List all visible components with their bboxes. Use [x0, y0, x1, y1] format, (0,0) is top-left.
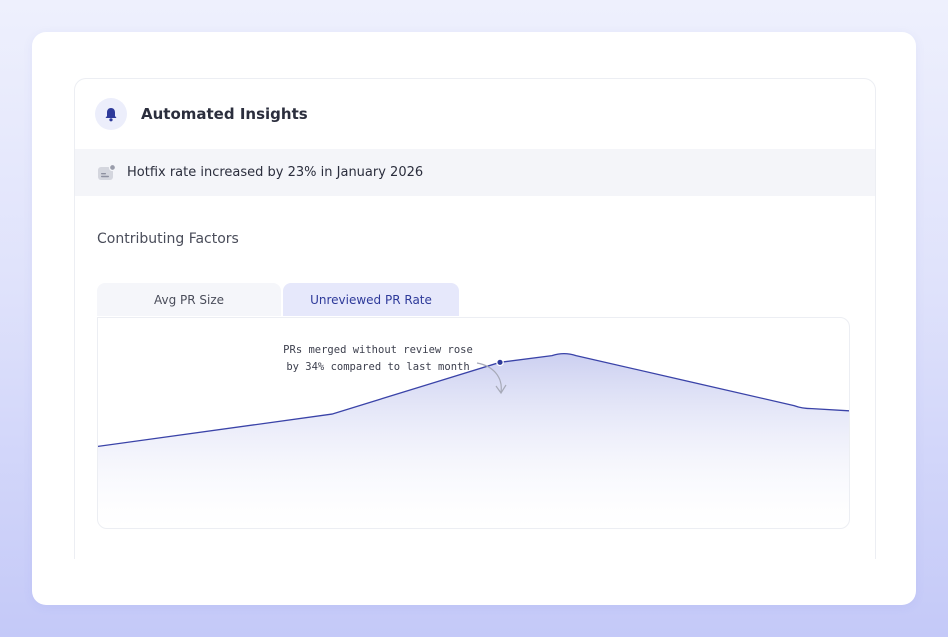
chart-annotation: PRs merged without review rose by 34% co…: [268, 342, 488, 376]
insight-row[interactable]: Hotfix rate increased by 23% in January …: [75, 149, 875, 196]
annotation-line-2: by 34% compared to last month: [286, 361, 470, 373]
bell-icon: [105, 107, 117, 121]
factor-tabs: Avg PR Size Unreviewed PR Rate: [97, 283, 459, 316]
insight-text: Hotfix rate increased by 23% in January …: [127, 165, 424, 180]
chart-container: PRs merged without review rose by 34% co…: [97, 317, 850, 529]
contributing-factors-title: Contributing Factors: [97, 231, 239, 247]
insights-panel: Automated Insights Hotfix rate increased…: [74, 78, 876, 559]
bell-icon-badge: [95, 98, 127, 130]
highlight-point[interactable]: [496, 358, 504, 367]
notification-card-icon: [97, 163, 117, 183]
annotation-line-1: PRs merged without review rose: [283, 344, 473, 356]
tab-unreviewed-pr-rate[interactable]: Unreviewed PR Rate: [283, 283, 459, 316]
chart-area-fill: [98, 353, 849, 528]
panel-title: Automated Insights: [141, 105, 308, 123]
panel-header: Automated Insights: [75, 79, 875, 149]
card-frame: Automated Insights Hotfix rate increased…: [32, 32, 916, 605]
tab-avg-pr-size[interactable]: Avg PR Size: [97, 283, 281, 316]
